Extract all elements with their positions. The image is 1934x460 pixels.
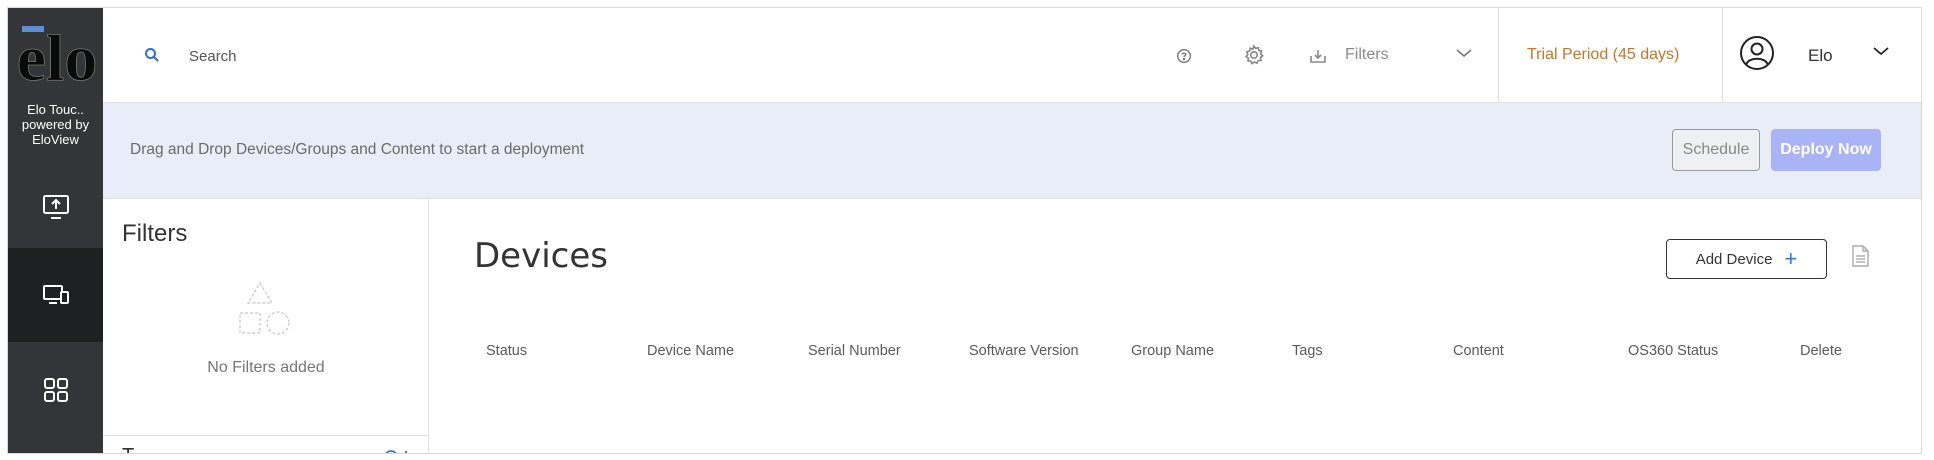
no-filters-message: No Filters added (207, 359, 325, 376)
page-title: Devices (474, 236, 608, 276)
filters-dropdown-label[interactable]: Filters (1345, 46, 1389, 64)
elo-logo: elo (17, 22, 97, 86)
column-header-status[interactable]: Status (486, 343, 527, 359)
left-rail: elo Elo Touc.. powered by EloView (8, 8, 103, 453)
search-input[interactable]: Search (189, 48, 237, 65)
header-divider (1722, 8, 1723, 103)
org-name-line: Elo Touc.. (27, 102, 84, 117)
add-device-button[interactable]: Add Device + (1666, 239, 1827, 279)
gear-icon[interactable] (1243, 44, 1265, 66)
user-icon[interactable] (1739, 35, 1775, 71)
column-header-serial-number[interactable]: Serial Number (808, 343, 901, 359)
organization-name: Elo Touc.. powered by EloView (8, 102, 103, 147)
app-frame: elo Elo Touc.. powered by EloView Search… (0, 0, 1934, 460)
column-header-os360-status[interactable]: OS360 Status (1628, 343, 1718, 359)
apps-grid-icon (43, 378, 68, 402)
org-product: EloView (32, 132, 79, 147)
schedule-button[interactable]: Schedule (1672, 129, 1760, 171)
devices-section: Devices Add Device + Status Device Name … (430, 199, 1921, 453)
column-header-software-version[interactable]: Software Version (969, 343, 1079, 359)
panel-divider (103, 435, 429, 436)
nav-deploy[interactable] (8, 160, 103, 254)
deploy-now-button[interactable]: Deploy Now (1771, 129, 1881, 171)
add-device-label: Add Device (1695, 250, 1773, 268)
column-header-content[interactable]: Content (1453, 343, 1504, 359)
search-icon[interactable] (144, 47, 160, 63)
deployment-bar: Drag and Drop Devices/Groups and Content… (103, 103, 1921, 199)
tags-section-title-partial: T (122, 445, 134, 453)
column-header-device-name[interactable]: Device Name (647, 343, 734, 359)
document-icon[interactable] (1851, 245, 1869, 267)
devices-table-header: Status Device Name Serial Number Softwar… (430, 343, 1921, 363)
add-tag-icon[interactable] (384, 447, 410, 454)
column-header-group-name[interactable]: Group Name (1131, 343, 1214, 359)
header-divider (1498, 8, 1499, 103)
help-icon[interactable] (1176, 48, 1192, 64)
filters-panel-title: Filters (122, 220, 188, 247)
filters-panel: Filters No Filters added T (103, 199, 429, 454)
svg-text:elo: elo (17, 22, 97, 86)
upload-screen-icon (42, 195, 69, 219)
download-icon[interactable] (1309, 47, 1327, 65)
chevron-down-icon[interactable] (1873, 46, 1889, 56)
chevron-down-icon[interactable] (1456, 48, 1472, 58)
top-header: Search Filters Trial Period (45 days) El… (103, 8, 1921, 103)
nav-devices[interactable] (8, 248, 103, 342)
user-name[interactable]: Elo (1808, 46, 1833, 66)
nav-apps[interactable] (8, 343, 103, 437)
devices-icon (42, 285, 69, 304)
trial-period-status[interactable]: Trial Period (45 days) (1527, 46, 1679, 64)
deployment-instructions: Drag and Drop Devices/Groups and Content… (130, 141, 585, 158)
empty-shapes-icon (239, 281, 290, 335)
plus-icon: + (1784, 246, 1798, 271)
org-powered-by: powered by (21, 117, 90, 132)
column-header-tags[interactable]: Tags (1292, 343, 1323, 359)
app-window: elo Elo Touc.. powered by EloView Search… (7, 7, 1922, 454)
column-header-delete[interactable]: Delete (1800, 343, 1842, 359)
